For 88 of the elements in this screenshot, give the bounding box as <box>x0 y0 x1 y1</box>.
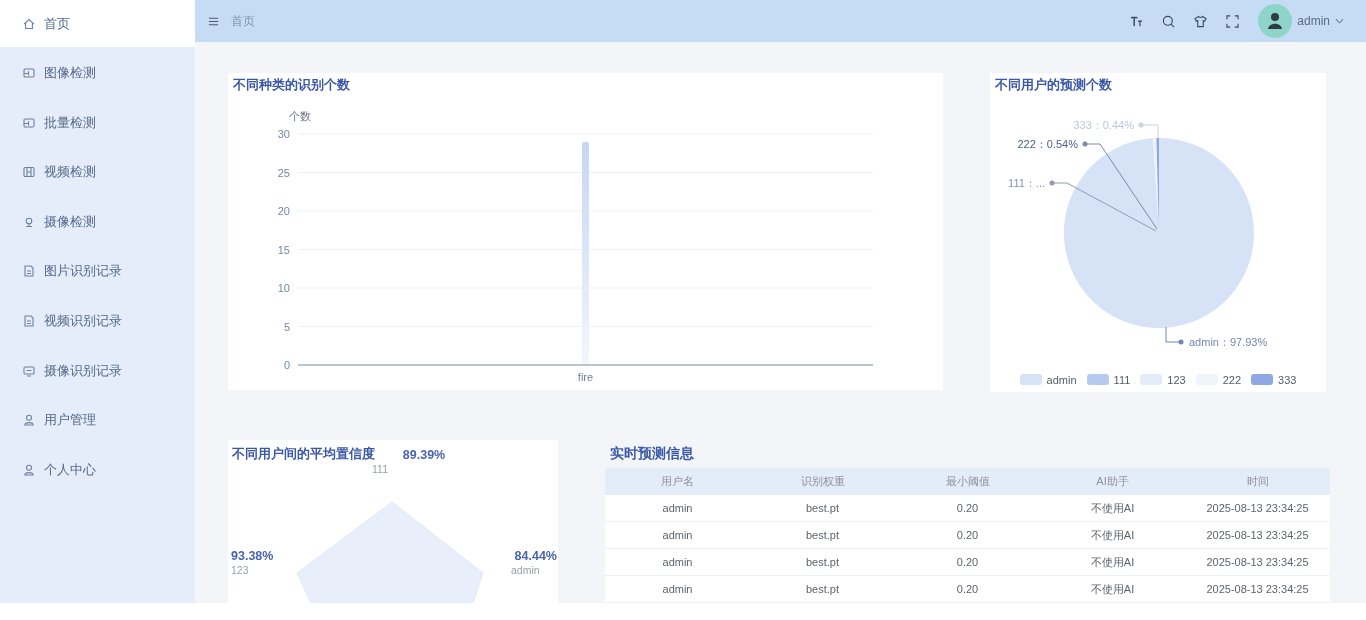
radar-axis-label: 111 <box>372 463 388 475</box>
legend-swatch-icon[interactable] <box>1140 374 1163 385</box>
sidebar-item[interactable]: 个人中心 <box>0 446 195 494</box>
sidebar-item[interactable]: 图片识别记录 <box>0 247 195 295</box>
table-cell-text: 0.20 <box>955 529 980 541</box>
y-tick-label: 30 <box>277 128 290 140</box>
sidebar-item[interactable]: 用户管理 <box>0 396 195 444</box>
column-header: 用户名 <box>660 474 695 489</box>
user-menu-button[interactable]: admin <box>1297 14 1344 28</box>
legend-swatch-icon[interactable] <box>1019 374 1042 385</box>
y-tick-label: 10 <box>277 282 290 294</box>
breadcrumb: 首页 <box>231 12 255 30</box>
slice-label: admin：97.93% <box>1189 336 1268 348</box>
sidebar-item[interactable]: 摄像检测 <box>0 198 195 246</box>
table-cell-text: 2025-08-13 23:34:25 <box>1205 502 1310 514</box>
table-cell-text: best.pt <box>805 556 840 568</box>
document-icon <box>23 315 35 328</box>
avatar-icon[interactable] <box>1258 4 1293 38</box>
table-cell-text: 不使用AI <box>1089 554 1136 570</box>
table-cell-text: admin <box>661 556 694 568</box>
y-tick-label: 15 <box>277 243 290 256</box>
table-cell-text: 2025-08-13 23:34:25 <box>1205 556 1310 568</box>
shirt-icon[interactable] <box>1194 14 1208 28</box>
table-cell-text: best.pt <box>805 502 840 514</box>
table-cell-text: 不使用AI <box>1089 581 1136 597</box>
menu-icon[interactable] <box>208 15 219 27</box>
sidebar-item[interactable]: 批量检测 <box>0 99 195 147</box>
legend-swatch-icon[interactable] <box>1251 374 1274 385</box>
monitor-icon <box>23 364 35 377</box>
chevron-down-icon <box>1335 18 1344 24</box>
search-icon[interactable] <box>1162 14 1176 28</box>
table-cell-text: admin <box>661 583 694 595</box>
table-cell-text: 0.20 <box>955 502 980 514</box>
legend-swatch-icon[interactable] <box>1086 374 1109 385</box>
y-tick-label: 5 <box>283 320 290 333</box>
user-icon <box>23 414 35 427</box>
film-icon <box>23 166 35 179</box>
legend-label[interactable]: admin <box>1046 373 1077 386</box>
radar-value-label: 89.39% <box>402 448 446 462</box>
y-tick-label: 20 <box>277 205 290 217</box>
table-cell-text: best.pt <box>805 529 840 541</box>
radar-value-label: 84.44% <box>514 549 557 563</box>
table-cell-text: 不使用AI <box>1089 500 1136 516</box>
picture-icon <box>23 67 35 80</box>
slice-label: 333：0.44% <box>1073 119 1134 131</box>
legend-label[interactable]: 222 <box>1222 373 1242 386</box>
radar-value-label: 93.38% <box>231 549 274 563</box>
table-cell-text: best.pt <box>805 583 840 595</box>
sidebar-item[interactable]: 视频检测 <box>0 148 195 196</box>
radar-axis-label: admin <box>511 564 540 576</box>
y-tick-label: 25 <box>277 166 290 179</box>
card-title: 不同用户的预测个数 <box>994 76 1113 94</box>
column-header: 最小阈值 <box>944 474 991 489</box>
sidebar-item[interactable]: 视频识别记录 <box>0 297 195 345</box>
picture-icon <box>23 116 35 129</box>
sidebar-item[interactable]: 图像检测 <box>0 49 195 97</box>
column-header: AI助手 <box>1095 474 1130 489</box>
fullscreen-icon[interactable] <box>1226 14 1240 28</box>
table-cell-text: 2025-08-13 23:34:25 <box>1205 583 1310 595</box>
table-cell-text: 2025-08-13 23:34:25 <box>1205 529 1310 541</box>
table-cell-text: 不使用AI <box>1089 527 1136 543</box>
table-cell-text: 0.20 <box>955 556 980 568</box>
sidebar-item[interactable]: 摄像识别记录 <box>0 347 195 395</box>
y-tick-label: 0 <box>283 359 290 371</box>
font-size-icon[interactable] <box>1130 14 1144 28</box>
slice-label: 222：0.54% <box>1017 138 1078 150</box>
y-axis-title: 个数 <box>289 110 311 122</box>
column-header: 时间 <box>1245 474 1270 489</box>
section-title: 实时预测信息 <box>609 444 694 463</box>
sidebar-item[interactable]: 首页 <box>0 0 195 47</box>
table-cell-text: admin <box>661 529 694 541</box>
document-icon <box>23 265 35 278</box>
table-cell-text: admin <box>661 502 694 514</box>
legend-label[interactable]: 111 <box>1113 373 1131 386</box>
slice-label: 111：... <box>1008 177 1045 189</box>
leader-line <box>1165 326 1184 345</box>
webcam-icon <box>23 215 35 228</box>
home-icon <box>23 17 35 30</box>
table-cell-text: 0.20 <box>955 583 980 595</box>
card-title: 不同种类的识别个数 <box>232 76 351 94</box>
leader-line <box>1138 122 1159 139</box>
radar-axis-label: 123 <box>231 564 249 576</box>
card-title: 不同用户间的平均置信度 <box>232 446 375 461</box>
x-tick-label: fire <box>577 371 594 383</box>
legend-label[interactable]: 333 <box>1278 373 1297 386</box>
user-icon <box>23 463 35 476</box>
legend-label[interactable]: 123 <box>1167 373 1186 386</box>
column-header: 识别权重 <box>799 474 846 489</box>
